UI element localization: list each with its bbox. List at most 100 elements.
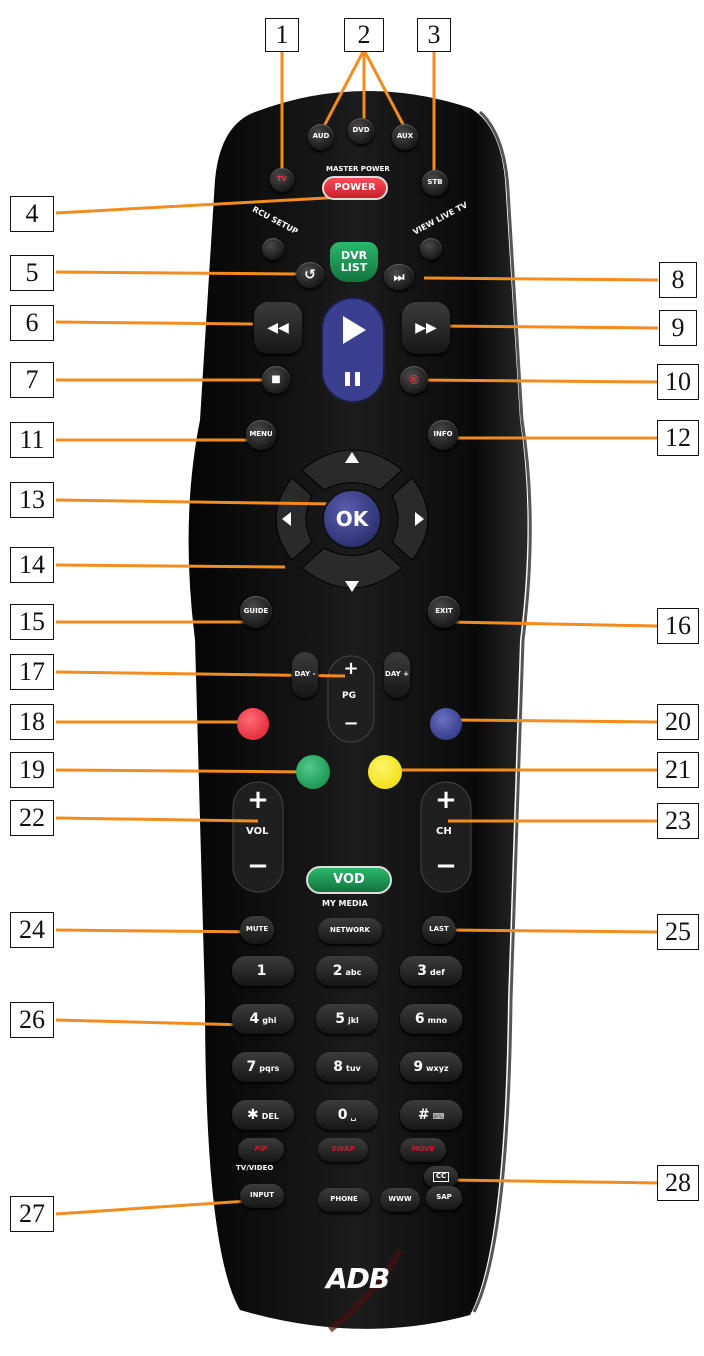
key-sub-label: ⌨: [432, 1111, 445, 1121]
key-main-label: 2: [332, 962, 343, 979]
network-button[interactable]: NETWORK: [318, 918, 382, 944]
leader-10: [414, 378, 659, 384]
pip-button[interactable]: PIP: [238, 1138, 284, 1162]
red-button[interactable]: [237, 708, 269, 740]
callout-7: 7: [10, 362, 54, 398]
ok-button[interactable]: OK: [322, 489, 382, 549]
key-sub-label: tuv: [346, 1063, 361, 1073]
replay-button[interactable]: ↺: [296, 262, 324, 288]
callout-26: 26: [10, 1002, 54, 1038]
my-media-label: MY MEDIA: [322, 899, 368, 908]
mute-button[interactable]: MUTE: [240, 916, 274, 944]
page-down-button[interactable]: −: [336, 712, 366, 736]
page-up-button[interactable]: +: [336, 658, 366, 680]
skip-forward-icon: ⏭: [393, 269, 405, 284]
rcu-setup-button[interactable]: [262, 238, 284, 260]
key-sub-label: DEL: [261, 1111, 279, 1121]
skip-forward-button[interactable]: ⏭: [384, 264, 414, 290]
rewind-icon: ◀◀: [267, 319, 289, 336]
key-12-button[interactable]: # ⌨: [400, 1100, 462, 1130]
www-button[interactable]: WWW: [380, 1188, 420, 1212]
callout-12: 12: [657, 420, 699, 456]
tv-device-button[interactable]: TV: [270, 168, 294, 192]
phone-button[interactable]: PHONE: [318, 1188, 370, 1212]
record-button[interactable]: ®: [400, 366, 428, 394]
key-main-label: 0: [337, 1106, 348, 1123]
day-plus-button[interactable]: DAY +: [384, 652, 410, 698]
green-button[interactable]: [296, 755, 330, 789]
blue-button[interactable]: [430, 708, 462, 740]
leader-4: [55, 194, 363, 215]
leader-19: [55, 768, 314, 774]
leader-27: [55, 1198, 263, 1216]
callout-21: 21: [657, 752, 699, 788]
callout-13: 13: [10, 482, 54, 518]
key-10-button[interactable]: ✱ DEL: [232, 1100, 294, 1130]
day-minus-button[interactable]: DAY -: [292, 652, 318, 698]
dpad-left-button[interactable]: [268, 478, 312, 562]
dpad-up-button[interactable]: [302, 436, 402, 476]
leader-28: [448, 1178, 659, 1185]
key-main-label: 3: [417, 962, 428, 979]
move-button[interactable]: MOVE: [400, 1138, 446, 1162]
info-button[interactable]: INFO: [428, 420, 458, 450]
cc-button[interactable]: CC: [424, 1166, 458, 1188]
key-11-button[interactable]: 0 ␣: [316, 1100, 378, 1130]
guide-button[interactable]: GUIDE: [240, 596, 272, 628]
key-2-button[interactable]: 2 abc: [316, 956, 378, 986]
vol-up-button[interactable]: +: [238, 786, 278, 816]
rewind-button[interactable]: ◀◀: [254, 302, 302, 354]
key-7-button[interactable]: 7 pqrs: [232, 1052, 294, 1082]
dvd-device-button[interactable]: DVD: [348, 118, 374, 144]
callout-5: 5: [10, 255, 54, 291]
callout-11: 11: [10, 422, 54, 458]
aux-device-button[interactable]: AUX: [392, 124, 418, 150]
yellow-button[interactable]: [368, 755, 402, 789]
callout-4: 4: [10, 196, 54, 232]
leader-2c: [362, 49, 408, 131]
vol-label: VOL: [246, 826, 269, 837]
dpad-down-button[interactable]: [302, 560, 402, 604]
tv-video-label: TV/VIDEO: [236, 1164, 274, 1172]
stb-device-button[interactable]: STB: [422, 170, 448, 196]
key-main-label: 9: [413, 1058, 424, 1075]
key-sub-label: abc: [345, 967, 362, 977]
key-sub-label: mno: [427, 1015, 448, 1025]
cc-icon: CC: [432, 1172, 450, 1182]
callout-22: 22: [10, 800, 54, 836]
callout-9: 9: [659, 310, 697, 346]
last-button[interactable]: LAST: [422, 916, 456, 944]
key-6-button[interactable]: 6 mno: [400, 1004, 462, 1034]
key-9-button[interactable]: 9 wxyz: [400, 1052, 462, 1082]
key-8-button[interactable]: 8 tuv: [316, 1052, 378, 1082]
replay-icon: ↺: [304, 266, 316, 283]
menu-button[interactable]: MENU: [246, 420, 276, 450]
callout-3: 3: [417, 18, 451, 52]
leader-9: [440, 324, 659, 330]
aud-device-button[interactable]: AUD: [308, 124, 334, 150]
key-main-label: 4: [249, 1010, 260, 1027]
swap-button[interactable]: SWAP: [318, 1138, 368, 1162]
vod-button[interactable]: VOD: [306, 866, 392, 894]
key-5-button[interactable]: 5 jkl: [316, 1004, 378, 1034]
stop-button[interactable]: ■: [262, 366, 290, 394]
vol-down-button[interactable]: −: [238, 852, 278, 882]
view-live-tv-button[interactable]: [420, 238, 442, 260]
play-button[interactable]: [322, 298, 384, 354]
exit-button[interactable]: EXIT: [428, 596, 460, 628]
callout-10: 10: [657, 364, 699, 400]
key-3-button[interactable]: 3 def: [400, 956, 462, 986]
ch-down-button[interactable]: −: [426, 852, 466, 882]
key-main-label: 8: [333, 1058, 343, 1075]
input-button[interactable]: INPUT: [240, 1184, 284, 1208]
dpad-right-button[interactable]: [392, 478, 436, 562]
callout-24: 24: [10, 912, 54, 948]
sap-button[interactable]: SAP: [426, 1186, 462, 1210]
ch-up-button[interactable]: +: [426, 786, 466, 816]
fast-forward-button[interactable]: ▶▶: [402, 302, 450, 354]
key-1-button[interactable]: 1: [232, 956, 294, 986]
power-button[interactable]: POWER: [322, 176, 388, 200]
dvr-list-button[interactable]: DVR LIST: [330, 242, 378, 282]
key-4-button[interactable]: 4 ghi: [232, 1004, 294, 1034]
callout-2: 2: [344, 18, 384, 52]
